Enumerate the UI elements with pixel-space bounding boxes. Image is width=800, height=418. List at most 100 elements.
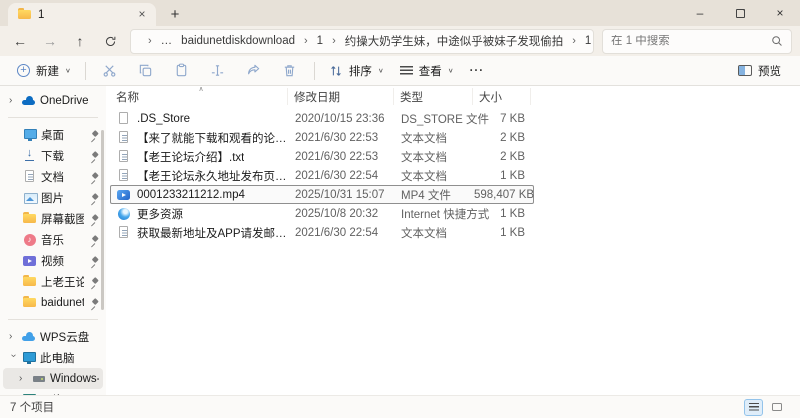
rename-icon — [212, 65, 224, 76]
close-window-button[interactable]: × — [760, 0, 800, 26]
trash-icon — [285, 65, 295, 77]
large-icons-view-button[interactable] — [767, 399, 786, 416]
rename-button[interactable] — [201, 58, 235, 84]
address-bar[interactable]: › … baidunetdiskdownload › 1 › 约操大奶学生妹，中… — [130, 28, 594, 54]
file-date: 2020/10/15 23:36 — [295, 112, 385, 125]
breadcrumb-collapsed[interactable]: … — [161, 35, 173, 47]
chevron-down-icon: ∨ — [377, 66, 384, 75]
file-name: .DS_Store — [137, 112, 191, 125]
details-view-button[interactable] — [744, 398, 763, 416]
main-area: › OneDrive 桌面 下载 文档 图片 — [0, 86, 800, 395]
table-row[interactable]: 更多资源 2025/10/8 20:32 Internet 快捷方式 1 KB — [110, 204, 534, 223]
new-tab-button[interactable]: + — [164, 4, 186, 26]
file-size: 2 KB — [500, 150, 525, 163]
more-options-button[interactable]: ··· — [463, 58, 492, 84]
chevron-right-icon: › — [9, 330, 13, 342]
file-type-icon — [117, 131, 130, 144]
column-header-label: 修改日期 — [294, 91, 340, 104]
column-header-size[interactable]: 大小 — [473, 88, 531, 105]
table-row[interactable]: 【老王论坛永久地址发布页】.txt 2021/6/30 22:54 文本文档 1… — [110, 166, 534, 185]
more-icon: ··· — [469, 64, 485, 77]
breadcrumb-segment[interactable]: 1 — [585, 35, 591, 47]
thumbnails-view-icon — [771, 403, 782, 411]
sidebar-divider — [8, 117, 98, 118]
sidebar-item-windows-ssd[interactable]: › Windows-SSD — [3, 368, 103, 389]
column-header-type[interactable]: 类型 — [394, 88, 473, 105]
sidebar-item-music[interactable]: 音乐 — [3, 229, 103, 250]
breadcrumb-segment[interactable]: 1 — [317, 35, 323, 47]
maximize-restore-button[interactable] — [720, 0, 760, 26]
column-header-date[interactable]: 修改日期 — [288, 88, 394, 105]
breadcrumb-segment[interactable]: 约操大奶学生妹，中途似乎被妹子发现偷拍 — [345, 33, 564, 49]
column-header-name[interactable]: 名称 ∧ — [110, 86, 288, 105]
sidebar-item-documents[interactable]: 文档 — [3, 166, 103, 187]
sidebar-item-this-pc[interactable]: › 此电脑 — [3, 347, 103, 368]
column-headers: 名称 ∧ 修改日期 类型 大小 — [110, 86, 800, 105]
chevron-down-icon: ∨ — [447, 66, 454, 75]
file-size: 598,407 KB — [474, 188, 535, 201]
column-header-label: 名称 — [116, 91, 139, 104]
sidebar-item-videos[interactable]: 视频 — [3, 250, 103, 271]
sidebar-item-pictures[interactable]: 图片 — [3, 187, 103, 208]
table-row[interactable]: 【来了就能下载和观看的论坛，纯免费！】.txt 2021/6/30 22:53 … — [110, 128, 534, 147]
table-row[interactable]: 【老王论坛介绍】.txt 2021/6/30 22:53 文本文档 2 KB — [110, 147, 534, 166]
sidebar-item-label: 此电脑 — [40, 352, 75, 365]
delete-button[interactable] — [273, 58, 307, 84]
new-button[interactable]: 新建 ∨ — [10, 58, 78, 84]
folder-icon — [18, 8, 31, 21]
sidebar-item-baidunetdisk[interactable]: baidunetdisl — [3, 292, 103, 313]
sidebar-item-label: 文档 — [41, 171, 64, 184]
forward-button[interactable]: → — [36, 28, 64, 54]
sidebar-item-onedrive[interactable]: › OneDrive — [3, 90, 103, 111]
tab-close-icon[interactable]: × — [134, 7, 150, 23]
paste-button[interactable] — [165, 58, 199, 84]
file-size: 1 KB — [500, 207, 525, 220]
file-date: 2025/10/31 15:07 — [295, 188, 385, 201]
pin-icon — [89, 193, 99, 203]
table-row-selected[interactable]: 0001233211212.mp4 2025/10/31 15:07 MP4 文… — [110, 185, 534, 204]
preview-toggle-button[interactable]: 预览 — [731, 58, 788, 84]
back-button[interactable]: ← — [6, 28, 34, 54]
sort-button[interactable]: 排序 ∨ — [322, 58, 391, 84]
sidebar-item-wps-cloud[interactable]: › WPS云盘 — [3, 326, 103, 347]
sidebar-item-label: 屏幕截图 — [41, 213, 84, 226]
copy-button[interactable] — [129, 58, 163, 84]
file-name: 获取最新地址及APP请发邮箱自动获取.txt — [137, 227, 289, 240]
view-button[interactable]: 查看 ∨ — [393, 58, 461, 84]
tab-title: 1 — [38, 8, 45, 21]
file-name: 【来了就能下载和观看的论坛，纯免费！】.txt — [137, 132, 289, 145]
file-type: MP4 文件 — [401, 189, 451, 202]
breadcrumb-segment[interactable]: baidunetdiskdownload — [181, 35, 295, 47]
file-size: 1 KB — [500, 226, 525, 239]
file-name: 【老王论坛介绍】.txt — [137, 151, 245, 164]
items-count: 7 个项目 — [10, 402, 55, 414]
table-row[interactable]: .DS_Store 2020/10/15 23:36 DS_STORE 文件 7… — [110, 109, 534, 128]
sidebar-item-label: Windows-SSD — [50, 372, 99, 385]
sidebar-scrollbar[interactable] — [101, 130, 104, 310]
minimize-button[interactable]: – — [680, 0, 720, 26]
share-icon — [248, 64, 260, 75]
window-caption-buttons: – × — [680, 0, 800, 26]
tab-current-folder[interactable]: 1 × — [8, 3, 156, 26]
sidebar-item-downloads[interactable]: 下载 — [3, 145, 103, 166]
file-type-icon — [117, 207, 130, 220]
file-type-icon — [117, 150, 130, 163]
refresh-button[interactable] — [96, 28, 124, 54]
search-input[interactable] — [611, 35, 771, 47]
status-bar: 7 个项目 — [0, 395, 800, 418]
sort-ascending-icon: ∧ — [198, 86, 204, 93]
file-type: Internet 快捷方式 — [401, 208, 490, 221]
cut-button[interactable] — [93, 58, 127, 84]
new-plus-icon — [17, 64, 30, 77]
new-label: 新建 — [36, 65, 59, 78]
sidebar-item-laowang-folder[interactable]: 上老王论坛当 — [3, 271, 103, 292]
sidebar-item-network[interactable]: › 网络 — [3, 389, 103, 395]
pin-icon — [89, 277, 99, 287]
table-row[interactable]: 获取最新地址及APP请发邮箱自动获取.txt 2021/6/30 22:54 文… — [110, 223, 534, 242]
sidebar-item-screenshots[interactable]: 屏幕截图 — [3, 208, 103, 229]
chevron-right-icon: › — [9, 94, 13, 106]
sidebar-item-desktop[interactable]: 桌面 — [3, 124, 103, 145]
share-button[interactable] — [237, 58, 271, 84]
download-icon — [23, 147, 36, 162]
up-button[interactable]: ↑ — [66, 28, 94, 54]
